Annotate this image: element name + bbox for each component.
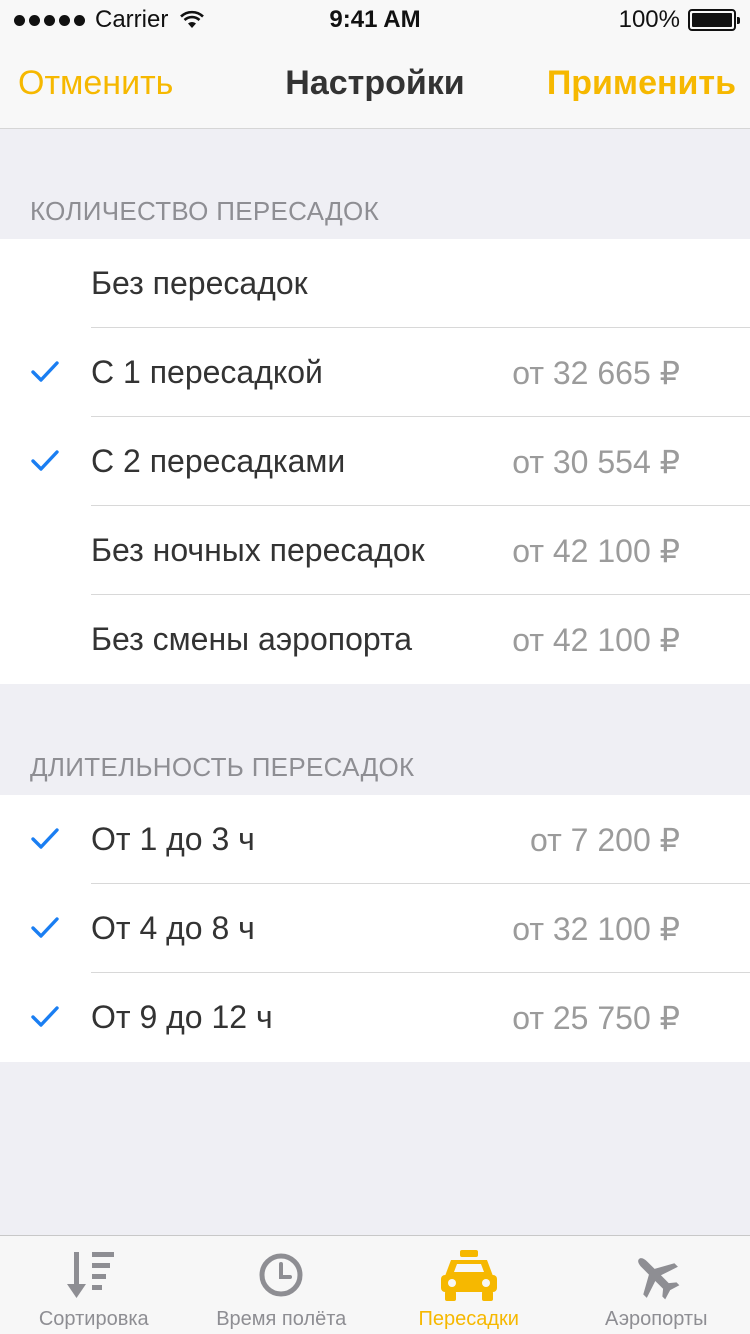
filter-row-1-3h[interactable]: От 1 до 3 ч от 7 200 ₽ bbox=[0, 795, 750, 884]
filter-row-label: От 1 до 3 ч bbox=[91, 821, 255, 857]
filter-row-label: С 1 пересадкой bbox=[91, 354, 323, 390]
filter-row-price: от 42 100 ₽ bbox=[512, 622, 680, 658]
checkmark-icon bbox=[31, 828, 59, 849]
transfers-count-group: Без пересадок С 1 пересадкой от 32 665 ₽… bbox=[0, 239, 750, 684]
nav-bar: Отменить Настройки Применить bbox=[0, 40, 750, 129]
filter-row-price: от 42 100 ₽ bbox=[512, 533, 680, 569]
tab-transfers[interactable]: Пересадки bbox=[375, 1236, 563, 1334]
filter-row-price: от 32 100 ₽ bbox=[512, 911, 680, 947]
status-right: 100% bbox=[618, 6, 740, 34]
battery-percent: 100% bbox=[618, 6, 680, 33]
checkmark-icon bbox=[31, 361, 59, 382]
filter-row-two-transfers[interactable]: С 2 пересадками от 30 554 ₽ bbox=[0, 417, 750, 506]
section-header-transfer-duration: ДЛИТЕЛЬНОСТЬ ПЕРЕСАДОК bbox=[30, 752, 415, 782]
filter-row-label: Без смены аэропорта bbox=[91, 621, 413, 657]
tab-airports[interactable]: Аэропорты bbox=[563, 1236, 750, 1334]
filter-row-label: От 4 до 8 ч bbox=[91, 910, 255, 946]
checkmark-icon bbox=[31, 1006, 59, 1027]
apply-button[interactable]: Применить bbox=[547, 64, 736, 103]
filter-row-4-8h[interactable]: От 4 до 8 ч от 32 100 ₽ bbox=[0, 884, 750, 973]
sort-icon bbox=[66, 1252, 114, 1298]
tab-flight-time[interactable]: Время полёта bbox=[188, 1236, 376, 1334]
filter-row-label: Без ночных пересадок bbox=[91, 532, 425, 568]
checkmark-icon bbox=[31, 450, 59, 471]
filter-row-label: От 9 до 12 ч bbox=[91, 999, 273, 1035]
filter-row-label: Без пересадок bbox=[91, 265, 308, 301]
filter-row-no-night-transfers[interactable]: Без ночных пересадок от 42 100 ₽ bbox=[0, 506, 750, 595]
filter-row-price: от 32 665 ₽ bbox=[512, 355, 680, 391]
tab-label: Время полёта bbox=[216, 1308, 347, 1330]
filter-row-label: С 2 пересадками bbox=[91, 443, 346, 479]
tab-label: Пересадки bbox=[418, 1308, 519, 1330]
tab-sorting[interactable]: Сортировка bbox=[0, 1236, 188, 1334]
filter-row-price: от 25 750 ₽ bbox=[512, 1000, 680, 1036]
taxi-icon bbox=[440, 1250, 497, 1301]
transfer-duration-group: От 1 до 3 ч от 7 200 ₽ От 4 до 8 ч от 32… bbox=[0, 795, 750, 1062]
tab-label: Аэропорты bbox=[605, 1308, 708, 1330]
filter-row-price: от 7 200 ₽ bbox=[530, 822, 680, 858]
battery-icon bbox=[688, 9, 740, 31]
tab-bar: Сортировка Время полёта Пересадки Аэропо… bbox=[0, 1235, 750, 1334]
clock-icon bbox=[259, 1253, 303, 1297]
section-header-transfers-count: КОЛИЧЕСТВО ПЕРЕСАДОК bbox=[30, 196, 380, 226]
cancel-button[interactable]: Отменить bbox=[18, 64, 173, 103]
status-bar: Carrier 9:41 AM 100% bbox=[0, 0, 750, 40]
filter-row-one-transfer[interactable]: С 1 пересадкой от 32 665 ₽ bbox=[0, 328, 750, 417]
tab-label: Сортировка bbox=[38, 1308, 149, 1330]
checkmark-icon bbox=[31, 917, 59, 938]
filter-row-price: от 30 554 ₽ bbox=[512, 444, 680, 480]
filter-row-no-transfers[interactable]: Без пересадок bbox=[0, 239, 750, 328]
filter-row-9-12h[interactable]: От 9 до 12 ч от 25 750 ₽ bbox=[0, 973, 750, 1062]
plane-icon bbox=[638, 1258, 680, 1300]
filter-row-same-airport[interactable]: Без смены аэропорта от 42 100 ₽ bbox=[0, 595, 750, 684]
